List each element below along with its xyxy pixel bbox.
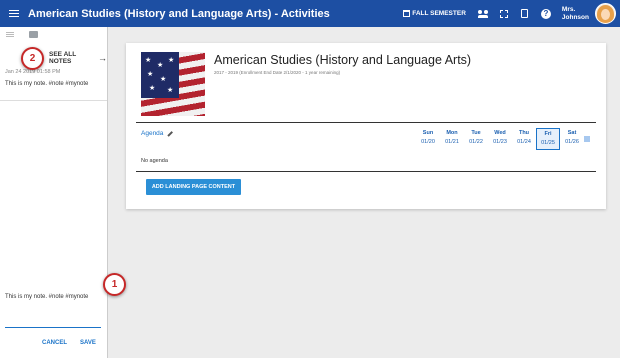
cancel-button[interactable]: CANCEL xyxy=(42,340,67,346)
folder-icon[interactable] xyxy=(29,31,38,38)
day-name: Wed xyxy=(494,130,506,136)
see-all-notes-label: SEE ALL NOTES xyxy=(49,51,77,65)
help-button[interactable]: ? xyxy=(540,8,551,19)
clipboard-icon xyxy=(521,9,529,18)
divider xyxy=(136,122,596,123)
divider xyxy=(0,100,107,101)
arrow-right-icon: → xyxy=(98,53,107,63)
fullscreen-icon xyxy=(499,9,508,18)
notes-toolbar xyxy=(6,31,38,38)
hamburger-icon xyxy=(9,12,19,15)
note-input[interactable]: This is my note. #note #mynote xyxy=(5,294,88,300)
page-title: American Studies (History and Language A… xyxy=(28,7,330,20)
app-bar-actions: FALL SEMESTER ? Mrs. Johnson xyxy=(403,0,620,27)
user-name-line2: Johnson xyxy=(561,13,589,21)
divider xyxy=(136,171,596,172)
day-tue[interactable]: Tue 01/22 xyxy=(464,128,488,150)
course-title: American Studies (History and Language A… xyxy=(214,53,472,67)
day-date: 01/22 xyxy=(469,139,483,145)
day-name: Thu xyxy=(518,130,530,136)
semester-label: FALL SEMESTER xyxy=(412,10,466,17)
note-item[interactable]: This is my note. #note #mynote xyxy=(5,81,88,87)
app-bar: American Studies (History and Language A… xyxy=(0,0,620,27)
callout-2: 2 xyxy=(21,47,44,70)
note-input-underline xyxy=(5,327,101,328)
day-date: 01/25 xyxy=(541,140,555,146)
user-name[interactable]: Mrs. Johnson xyxy=(562,6,589,22)
course-subtitle: 2017 - 2019 (Enrollment End Date 2/1/202… xyxy=(214,70,341,75)
notes-panel: SEE ALL NOTES → Jan 24 2019 01:58 PM Thi… xyxy=(0,27,108,358)
day-date: 01/24 xyxy=(517,139,531,145)
calendar-toggle-icon[interactable] xyxy=(584,136,590,142)
user-name-line1: Mrs. xyxy=(561,5,576,13)
day-name: Fri xyxy=(544,131,552,137)
course-image: ★ ★ ★ ★ ★ ★ ★ xyxy=(141,52,205,116)
see-all-notes-link[interactable]: SEE ALL NOTES → xyxy=(49,51,107,65)
agenda-empty-text: No agenda xyxy=(141,158,168,164)
agenda-header: Agenda xyxy=(141,130,174,137)
agenda-label: Agenda xyxy=(141,130,164,137)
day-date: 01/26 xyxy=(565,139,579,145)
semester-selector[interactable]: FALL SEMESTER xyxy=(403,10,466,17)
people-icon[interactable] xyxy=(477,9,488,19)
day-name: Sat xyxy=(567,130,577,136)
week-day-selector: Sun 01/20 Mon 01/21 Tue 01/22 Wed 01/23 Thu 0… xyxy=(416,128,584,150)
day-date: 01/21 xyxy=(445,139,459,145)
day-name: Sun xyxy=(422,130,434,136)
fullscreen-button[interactable] xyxy=(499,9,509,19)
day-fri[interactable]: Fri 01/25 xyxy=(536,128,560,150)
save-button[interactable]: SAVE xyxy=(80,340,96,346)
day-date: 01/20 xyxy=(421,139,435,145)
day-sat[interactable]: Sat 01/26 xyxy=(560,128,584,150)
day-wed[interactable]: Wed 01/23 xyxy=(488,128,512,150)
day-name: Mon xyxy=(446,130,458,136)
callout-1: 1 xyxy=(103,273,126,296)
list-icon[interactable] xyxy=(6,34,14,35)
clipboard-button[interactable] xyxy=(520,9,530,19)
calendar-icon xyxy=(403,10,411,17)
add-landing-page-content-button[interactable]: ADD LANDING PAGE CONTENT xyxy=(146,179,241,195)
help-icon: ? xyxy=(540,8,551,19)
day-thu[interactable]: Thu 01/24 xyxy=(512,128,536,150)
pencil-icon[interactable] xyxy=(167,130,174,137)
day-sun[interactable]: Sun 01/20 xyxy=(416,128,440,150)
menu-button[interactable] xyxy=(0,0,28,27)
day-mon[interactable]: Mon 01/21 xyxy=(440,128,464,150)
course-card: ★ ★ ★ ★ ★ ★ ★ American Studies (History … xyxy=(126,43,606,209)
day-name: Tue xyxy=(471,130,481,136)
avatar[interactable] xyxy=(595,3,616,24)
day-date: 01/23 xyxy=(493,139,507,145)
